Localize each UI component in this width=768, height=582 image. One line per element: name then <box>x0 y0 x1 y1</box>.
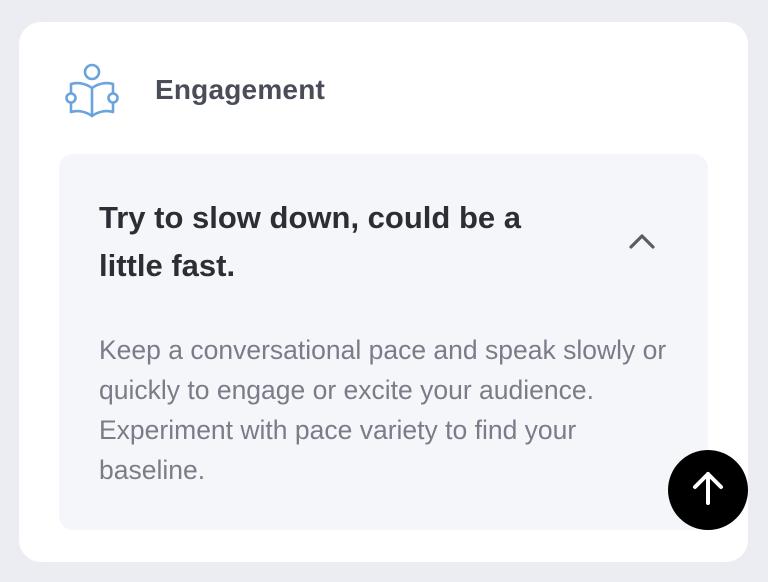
collapse-toggle-button[interactable] <box>619 224 665 262</box>
reader-book-icon <box>65 62 119 118</box>
tip-description: Keep a conversational pace and speak slo… <box>99 335 667 485</box>
card-header: Engagement <box>65 62 325 118</box>
engagement-card: Engagement Try to slow down, could be a … <box>19 22 748 562</box>
tip-panel: Try to slow down, could be a little fast… <box>59 154 708 530</box>
tip-title: Try to slow down, could be a little fast… <box>99 200 521 283</box>
arrow-up-icon <box>689 469 727 512</box>
scroll-to-top-button[interactable] <box>668 450 748 530</box>
section-title: Engagement <box>155 74 326 105</box>
chevron-up-icon <box>628 232 656 255</box>
